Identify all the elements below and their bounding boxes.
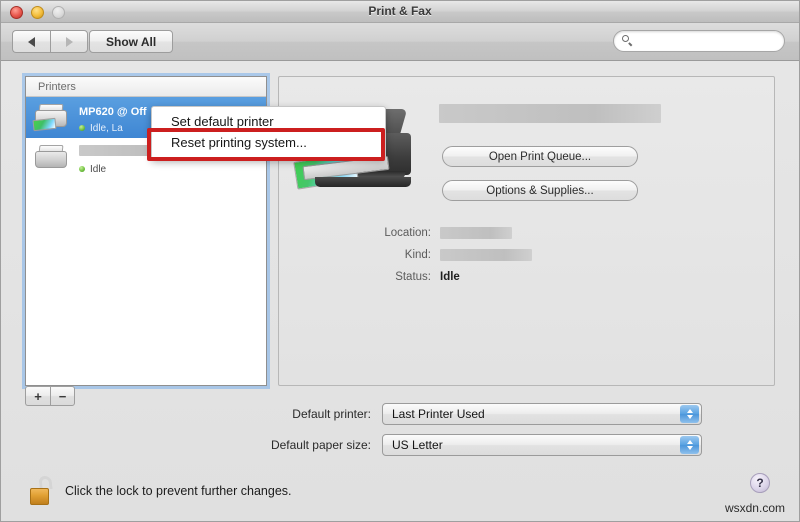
chevron-left-icon bbox=[28, 36, 35, 47]
page-title: Print & Fax bbox=[368, 4, 432, 18]
printer-name-redacted bbox=[439, 104, 661, 123]
nav-button-group bbox=[12, 30, 88, 53]
status-field-row: Status: Idle bbox=[339, 269, 739, 285]
print-and-fax-screenshot: Print & Fax Show All Printers MP620 @ Of… bbox=[0, 0, 800, 522]
list-item-text: MP620 @ Off Idle, La bbox=[79, 100, 147, 135]
default-printer-select[interactable]: Last Printer Used bbox=[382, 403, 702, 425]
preferences-body: Printers MP620 @ Off Idle, La Idle + − O… bbox=[1, 61, 799, 521]
forward-button bbox=[50, 30, 88, 53]
default-paper-size-value: US Letter bbox=[392, 438, 443, 452]
padlock-open-icon[interactable] bbox=[29, 476, 55, 506]
chevron-right-icon bbox=[65, 36, 73, 47]
status-label: Status: bbox=[395, 271, 431, 283]
help-button[interactable]: ? bbox=[750, 473, 770, 493]
menu-item-set-default-printer[interactable]: Set default printer bbox=[152, 111, 385, 132]
list-item-name: MP620 @ Off bbox=[79, 105, 147, 118]
search-icon bbox=[622, 35, 634, 47]
chevron-updown-icon[interactable] bbox=[680, 436, 699, 454]
list-item-status: Idle, La bbox=[79, 122, 147, 136]
kind-value-redacted bbox=[440, 249, 532, 261]
status-value: Idle bbox=[440, 271, 460, 283]
lock-text: Click the lock to prevent further change… bbox=[65, 484, 292, 498]
location-value-redacted bbox=[440, 227, 512, 239]
chevron-updown-icon[interactable] bbox=[680, 405, 699, 423]
kind-field-row: Kind: bbox=[339, 247, 739, 263]
back-button[interactable] bbox=[12, 30, 50, 53]
location-label: Location: bbox=[384, 227, 431, 239]
preferences-toolbar: Show All bbox=[1, 23, 799, 61]
default-paper-size-row: Default paper size: US Letter bbox=[131, 434, 702, 456]
status-dot-icon bbox=[79, 166, 85, 173]
window-titlebar: Print & Fax bbox=[1, 1, 799, 23]
lock-row[interactable]: Click the lock to prevent further change… bbox=[29, 476, 292, 506]
show-all-button[interactable]: Show All bbox=[89, 30, 174, 53]
list-item-status: Idle bbox=[79, 163, 175, 177]
printer-icon-color bbox=[32, 102, 72, 134]
list-add-remove-group: + − bbox=[25, 386, 75, 406]
open-print-queue-button[interactable]: Open Print Queue... bbox=[442, 146, 638, 167]
status-dot-icon bbox=[79, 125, 85, 132]
print-fax-window: Print & Fax Show All Printers MP620 @ Of… bbox=[0, 0, 800, 522]
location-field-row: Location: bbox=[339, 225, 739, 241]
remove-printer-button[interactable]: − bbox=[50, 386, 75, 406]
printers-list-header: Printers bbox=[26, 77, 266, 97]
search-input[interactable] bbox=[639, 34, 773, 48]
options-and-supplies-button[interactable]: Options & Supplies... bbox=[442, 180, 638, 201]
watermark: wsxdn.com bbox=[724, 501, 785, 515]
menu-item-reset-printing-system[interactable]: Reset printing system... bbox=[152, 132, 385, 153]
default-printer-label: Default printer: bbox=[292, 407, 371, 421]
search-field[interactable] bbox=[613, 30, 785, 52]
printer-icon-plain bbox=[32, 143, 72, 175]
default-printer-value: Last Printer Used bbox=[392, 407, 485, 421]
default-printer-row: Default printer: Last Printer Used bbox=[131, 403, 702, 425]
printer-context-menu[interactable]: Set default printer Reset printing syste… bbox=[151, 106, 386, 159]
add-printer-button[interactable]: + bbox=[25, 386, 50, 406]
default-paper-size-label: Default paper size: bbox=[270, 438, 371, 452]
default-paper-size-select[interactable]: US Letter bbox=[382, 434, 702, 456]
kind-label: Kind: bbox=[404, 249, 431, 261]
